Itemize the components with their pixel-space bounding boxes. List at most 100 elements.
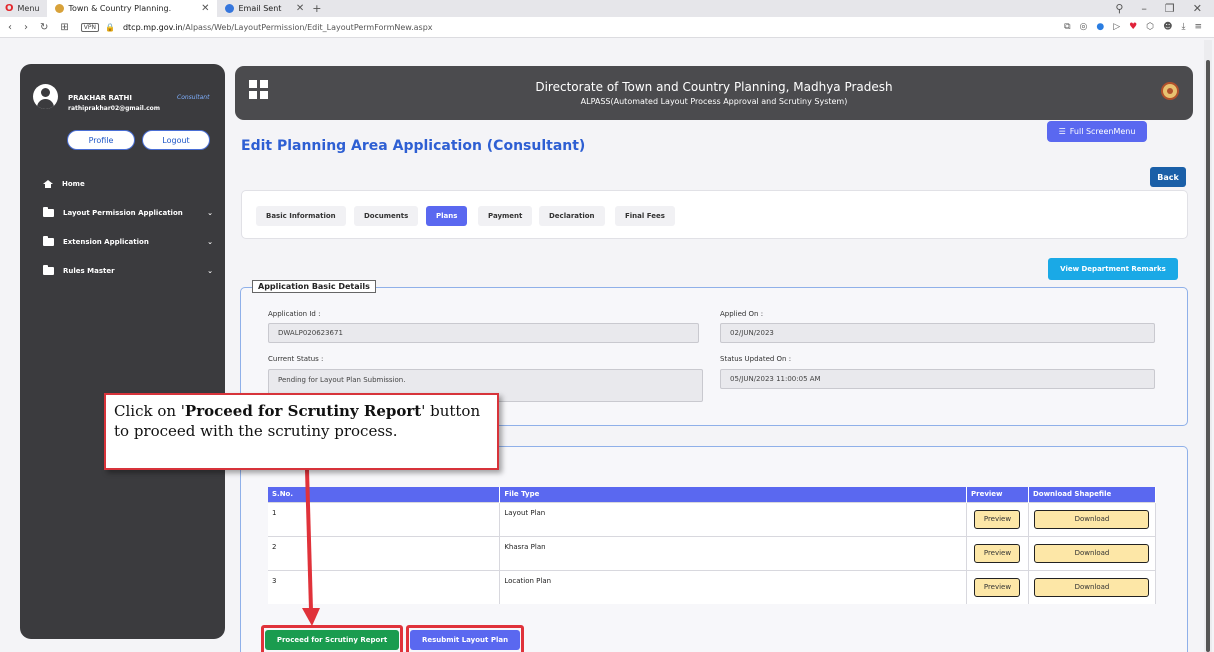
url-host: dtcp.mp.gov.in (122, 22, 183, 32)
basic-details-legend: Application Basic Details (252, 280, 376, 293)
download-icon[interactable]: ⤓ (1181, 22, 1185, 32)
current-status-label: Current Status : (268, 355, 324, 363)
home-icon (43, 180, 53, 188)
preview-button[interactable]: Preview (974, 577, 1021, 597)
full-screen-menu-button[interactable]: ☰ Full ScreenMenu (1047, 121, 1147, 142)
sidebar-item-label: Home (62, 180, 85, 188)
heart-icon[interactable]: ♥ (1129, 22, 1137, 32)
sidebar-item-home[interactable]: Home (43, 180, 213, 188)
address-bar: ‹ › ↻ ⊞ VPN 🔒 dtcp.mp.gov.in/Alpass/Web/… (0, 17, 1214, 38)
hamburger-icon: ☰ (1058, 127, 1066, 136)
tab-declaration[interactable]: Declaration (539, 206, 605, 226)
cell-preview: Preview (966, 535, 1029, 570)
table-row: 1 Layout Plan Preview Download (268, 501, 1157, 536)
preview-button[interactable]: Preview (974, 509, 1021, 529)
minimize-icon[interactable]: – (1141, 2, 1147, 15)
close-tab-icon[interactable]: ✕ (201, 3, 209, 14)
restore-icon[interactable]: ❐ (1165, 2, 1175, 15)
sidebar-item-rules-master[interactable]: Rules Master ⌄ (43, 265, 213, 275)
download-button[interactable]: Download (1034, 577, 1150, 597)
user-avatar-icon (33, 84, 58, 109)
search-icon[interactable]: ⚲ (1115, 2, 1123, 15)
close-tab-icon[interactable]: ✕ (296, 3, 304, 14)
nav-buttons: ‹ › ↻ ⊞ (0, 22, 69, 33)
forward-nav-icon[interactable]: › (24, 22, 28, 33)
table-row: 3 Location Plan Preview Download (268, 569, 1157, 604)
tab-final-fees[interactable]: Final Fees (615, 206, 675, 226)
cell-sno: 2 (268, 535, 501, 570)
send-icon[interactable]: ▷ (1113, 22, 1120, 32)
view-department-remarks-button[interactable]: View Department Remarks (1048, 258, 1178, 280)
callout-text-bold: Proceed for Scrutiny Report (184, 402, 422, 420)
tab-plans[interactable]: Plans (426, 206, 468, 226)
tab-documents[interactable]: Documents (354, 206, 419, 226)
close-window-icon[interactable]: ✕ (1193, 2, 1202, 15)
cell-file-type: Khasra Plan (499, 535, 967, 570)
header-title: Directorate of Town and Country Planning… (535, 80, 893, 94)
user-email: rathiprakhar02@gmail.com (68, 105, 161, 112)
opera-logo-icon: O (5, 3, 14, 14)
folder-icon (43, 207, 54, 217)
back-button[interactable]: Back (1150, 167, 1186, 187)
camera-icon[interactable]: ◎ (1080, 22, 1088, 32)
app-header: Directorate of Town and Country Planning… (235, 66, 1193, 120)
applied-on-field[interactable]: 02/JUN/2023 (720, 323, 1155, 343)
user-name: PRAKHAR RATHI (68, 94, 132, 102)
sidebar-item-extension[interactable]: Extension Application ⌄ (43, 236, 213, 246)
cell-download: Download (1028, 501, 1157, 536)
profile-button[interactable]: Profile (67, 130, 135, 150)
preview-button[interactable]: Preview (974, 543, 1021, 563)
resubmit-layout-plan-button[interactable]: Resubmit Layout Plan (410, 630, 520, 650)
full-screen-menu-label: Full ScreenMenu (1069, 127, 1136, 136)
folder-icon (43, 236, 54, 246)
sidebar-item-label: Layout Permission Application (63, 209, 183, 217)
plans-file-table: S.No. File Type Preview Download Shapefi… (268, 487, 1157, 604)
url-field[interactable]: dtcp.mp.gov.in/Alpass/Web/LayoutPermissi… (123, 23, 433, 32)
tabs-card: Basic Information Documents Plans Paymen… (241, 190, 1188, 239)
extensions-icon[interactable]: ⬡ (1146, 22, 1154, 32)
tabs-grid-icon[interactable]: ⊞ (60, 22, 68, 33)
browser-menu-button[interactable]: O Menu (0, 0, 47, 17)
logout-button[interactable]: Logout (142, 130, 210, 150)
page-scrollbar-thumb[interactable] (1206, 60, 1210, 652)
header-file-type: File Type (499, 487, 967, 502)
cell-download: Download (1028, 569, 1157, 604)
cell-download: Download (1028, 535, 1157, 570)
header-preview: Preview (966, 487, 1029, 502)
browser-tab-bar: O Menu Town & Country Planning. ✕ Email … (0, 0, 1214, 17)
instruction-callout: Click on 'Proceed for Scrutiny Report' b… (104, 393, 499, 470)
reload-icon[interactable]: ↻ (40, 22, 48, 33)
state-emblem-icon (1161, 82, 1179, 100)
cell-file-type: Layout Plan (499, 501, 967, 536)
profile-icon[interactable]: ☻ (1163, 22, 1172, 32)
window-controls: ⚲ – ❐ ✕ (1115, 2, 1214, 15)
sidebar-item-label: Extension Application (63, 238, 149, 246)
browser-tab-inactive[interactable]: Email Sent ✕ + (217, 0, 329, 17)
chevron-down-icon: ⌄ (207, 209, 213, 217)
lock-icon[interactable]: 🔒 (105, 23, 115, 32)
browser-tab-active[interactable]: Town & Country Planning. ✕ (47, 0, 218, 17)
cell-preview: Preview (966, 569, 1029, 604)
folder-icon (43, 265, 54, 275)
proceed-for-scrutiny-report-button[interactable]: Proceed for Scrutiny Report (265, 630, 399, 650)
shield-icon[interactable]: ● (1096, 22, 1104, 32)
vpn-badge[interactable]: VPN (80, 22, 99, 32)
tab-payment[interactable]: Payment (478, 206, 533, 226)
sidebar-item-layout-permission[interactable]: Layout Permission Application ⌄ (43, 207, 213, 217)
sidebar-item-label: Rules Master (63, 267, 115, 275)
cell-file-type: Location Plan (499, 569, 967, 604)
download-button[interactable]: Download (1034, 509, 1150, 529)
snapshot-icon[interactable]: ⧉ (1064, 22, 1070, 32)
status-updated-field[interactable]: 05/JUN/2023 11:00:05 AM (720, 369, 1155, 389)
cell-preview: Preview (966, 501, 1029, 536)
back-nav-icon[interactable]: ‹ (8, 22, 12, 33)
application-id-label: Application Id : (268, 310, 321, 318)
page-title: Edit Planning Area Application (Consulta… (241, 138, 586, 154)
new-tab-icon[interactable]: + (312, 2, 321, 15)
tab-label: Town & Country Planning. (68, 4, 172, 13)
tab-basic-information[interactable]: Basic Information (256, 206, 346, 226)
download-button[interactable]: Download (1034, 543, 1150, 563)
application-id-field[interactable]: DWALP020623671 (268, 323, 699, 343)
easy-setup-icon[interactable]: ≡ (1194, 22, 1202, 32)
menu-label: Menu (17, 4, 40, 13)
